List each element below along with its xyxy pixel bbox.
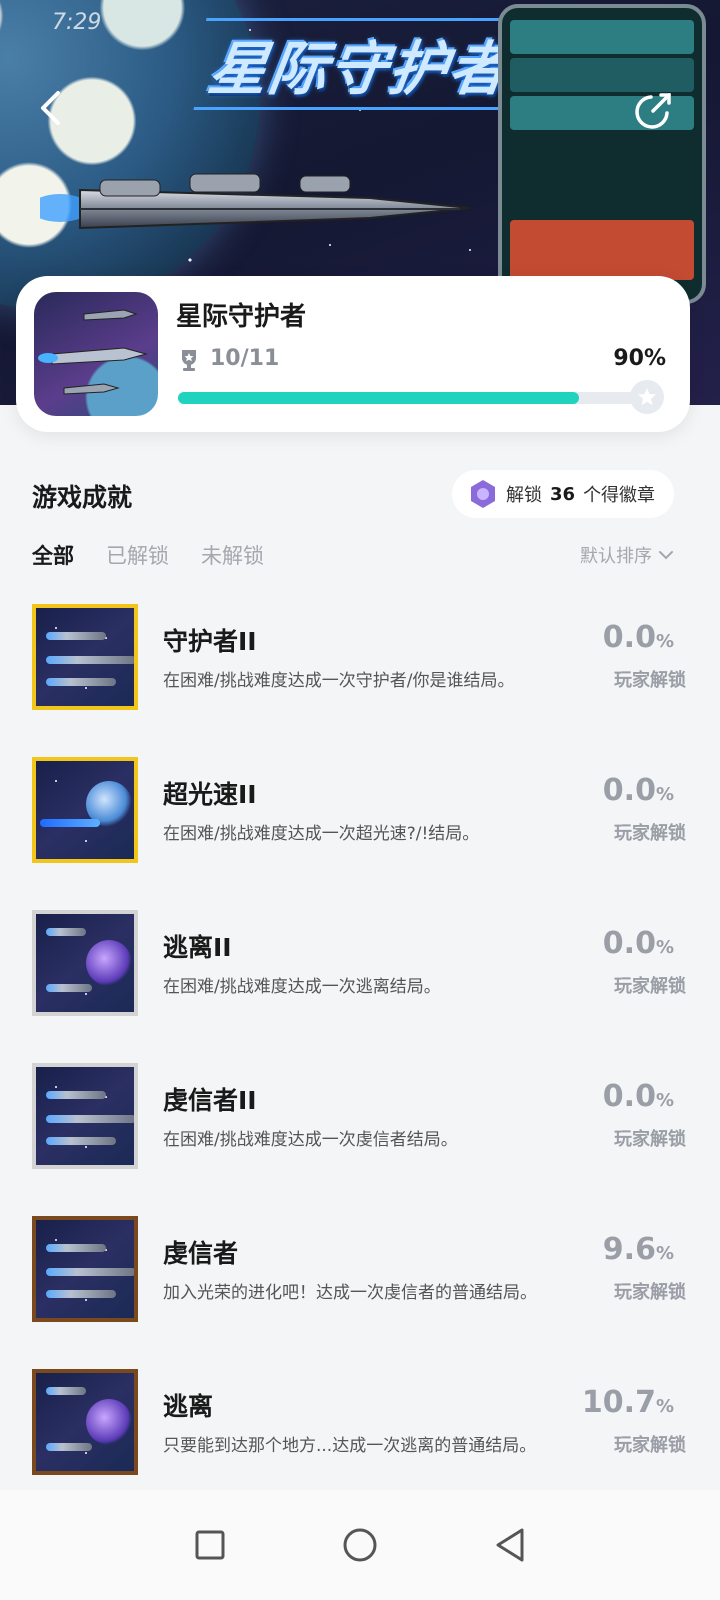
home-button[interactable] bbox=[340, 1525, 380, 1565]
unlock-rate-label: 玩家解锁 bbox=[614, 1282, 686, 1303]
phone-screenshot-art bbox=[498, 4, 706, 304]
game-name: 星际守护者 bbox=[176, 302, 307, 332]
unlock-rate: 0.0% bbox=[603, 773, 674, 808]
unlock-rate-label: 玩家解锁 bbox=[614, 976, 686, 997]
achievement-thumbnail bbox=[32, 757, 138, 863]
unlock-rate-label: 玩家解锁 bbox=[614, 670, 686, 691]
tab-all[interactable]: 全部 bbox=[32, 540, 74, 570]
unlock-rate-value: 10.7 bbox=[581, 1385, 656, 1420]
achievement-list: 守护者II 在困难/挑战难度达成一次守护者/你是谁结局。 0.0% 玩家解锁 超光速II… bbox=[0, 600, 720, 1518]
unlock-rate: 9.6% bbox=[603, 1232, 674, 1267]
recent-apps-button[interactable] bbox=[190, 1525, 230, 1565]
system-nav-bar bbox=[0, 1490, 720, 1600]
unlock-rate-value: 0.0 bbox=[602, 1079, 656, 1114]
unlock-rate-value: 0.0 bbox=[602, 926, 656, 961]
tab-unlocked[interactable]: 已解锁 bbox=[106, 540, 169, 570]
achievement-thumbnail bbox=[32, 1063, 138, 1169]
achievement-thumbnail bbox=[32, 910, 138, 1016]
achievement-count: 10/11 bbox=[210, 346, 280, 371]
achievement-name: 逃离 bbox=[163, 1392, 214, 1421]
unlock-rate-percent-sign: % bbox=[655, 784, 674, 805]
chevron-down-icon bbox=[659, 551, 673, 560]
unlock-rate: 0.0% bbox=[603, 926, 674, 961]
achievement-description: 在困难/挑战难度达成一次虔信者结局。 bbox=[163, 1130, 458, 1150]
tab-locked[interactable]: 未解锁 bbox=[201, 540, 264, 570]
achievement-thumbnail bbox=[32, 604, 138, 710]
achievement-row[interactable]: 守护者II 在困难/挑战难度达成一次守护者/你是谁结局。 0.0% 玩家解锁 bbox=[0, 600, 720, 753]
achievement-description: 在困难/挑战难度达成一次超光速?/!结局。 bbox=[163, 824, 480, 844]
achievement-row[interactable]: 虔信者II 在困难/挑战难度达成一次虔信者结局。 0.0% 玩家解锁 bbox=[0, 1059, 720, 1212]
achievement-name: 超光速II bbox=[163, 780, 257, 809]
achievement-row[interactable]: 虔信者加入光荣的进化吧！达成一次虔信者的普通结局。 9.6% 玩家解锁 bbox=[0, 1212, 720, 1365]
unlock-rate-percent-sign: % bbox=[655, 631, 674, 652]
achievement-name: 守护者II bbox=[163, 627, 257, 656]
star-badge-icon bbox=[638, 388, 656, 406]
badge-prefix: 解锁 bbox=[506, 485, 542, 506]
achievement-thumbnail bbox=[32, 1216, 138, 1322]
unlock-rate-percent-sign: % bbox=[655, 937, 674, 958]
achievement-name: 逃离II bbox=[163, 933, 232, 962]
game-icon-art bbox=[38, 309, 148, 395]
achievement-description: 在困难/挑战难度达成一次逃离结局。 bbox=[163, 977, 441, 997]
achievement-percent: 90% bbox=[613, 346, 666, 371]
progress-fill bbox=[178, 392, 579, 404]
filter-tabs: 全部 已解锁 未解锁 bbox=[32, 540, 264, 570]
trophy-icon bbox=[182, 350, 196, 371]
badge-suffix: 个得徽章 bbox=[583, 485, 656, 506]
unlock-rate-percent-sign: % bbox=[655, 1396, 674, 1417]
unlock-rate-label: 玩家解锁 bbox=[614, 823, 686, 844]
achievement-row[interactable]: 逃离II 在困难/挑战难度达成一次逃离结局。 0.0% 玩家解锁 bbox=[0, 906, 720, 1059]
unlock-rate-value: 9.6 bbox=[602, 1232, 656, 1267]
status-time: 7:29 bbox=[52, 10, 102, 35]
achievement-name: 虔信者 bbox=[163, 1239, 239, 1268]
game-icon bbox=[34, 292, 158, 416]
achievement-name: 虔信者II bbox=[163, 1086, 257, 1115]
game-summary-card[interactable]: 星际守护者 10/11 90% bbox=[16, 276, 690, 432]
chevron-left-icon bbox=[41, 91, 60, 125]
share-icon bbox=[635, 93, 671, 129]
unlock-rate-label: 玩家解锁 bbox=[614, 1435, 686, 1456]
unlock-rate: 0.0% bbox=[603, 620, 674, 655]
hero-title: 星际守护者 bbox=[193, 18, 527, 110]
back-nav-button[interactable] bbox=[490, 1525, 530, 1565]
hexagon-badge-icon bbox=[471, 480, 495, 508]
unlock-rate-value: 0.0 bbox=[602, 773, 656, 808]
badge-unlock-pill[interactable]: 解锁 36 个得徽章 bbox=[452, 470, 674, 518]
achievement-description: 加入光荣的进化吧！达成一次虔信者的普通结局。 bbox=[163, 1283, 537, 1303]
achievement-progress-bar bbox=[178, 392, 662, 404]
spaceship-art bbox=[40, 173, 471, 230]
share-button[interactable] bbox=[630, 88, 676, 134]
circle-icon bbox=[343, 1528, 377, 1562]
achievement-description: 在困难/挑战难度达成一次守护者/你是谁结局。 bbox=[163, 671, 515, 691]
back-button[interactable] bbox=[28, 86, 72, 130]
square-icon bbox=[195, 1530, 225, 1560]
triangle-back-icon bbox=[496, 1528, 524, 1562]
unlock-rate-label: 玩家解锁 bbox=[614, 1129, 686, 1150]
unlock-rate: 10.7% bbox=[582, 1385, 674, 1420]
unlock-rate-percent-sign: % bbox=[655, 1243, 674, 1264]
achievement-thumbnail bbox=[32, 1369, 138, 1475]
achievement-description: 只要能到达那个地方...达成一次逃离的普通结局。 bbox=[163, 1436, 537, 1456]
section-title: 游戏成就 bbox=[32, 483, 133, 512]
unlock-rate: 0.0% bbox=[603, 1079, 674, 1114]
badge-count: 36 bbox=[550, 483, 576, 505]
progress-end-badge bbox=[630, 380, 664, 414]
sort-label: 默认排序 bbox=[580, 546, 652, 567]
achievement-row[interactable]: 超光速II 在困难/挑战难度达成一次超光速?/!结局。 0.0% 玩家解锁 bbox=[0, 753, 720, 906]
sort-dropdown[interactable]: 默认排序 bbox=[580, 542, 674, 568]
unlock-rate-percent-sign: % bbox=[655, 1090, 674, 1111]
unlock-rate-value: 0.0 bbox=[602, 620, 656, 655]
